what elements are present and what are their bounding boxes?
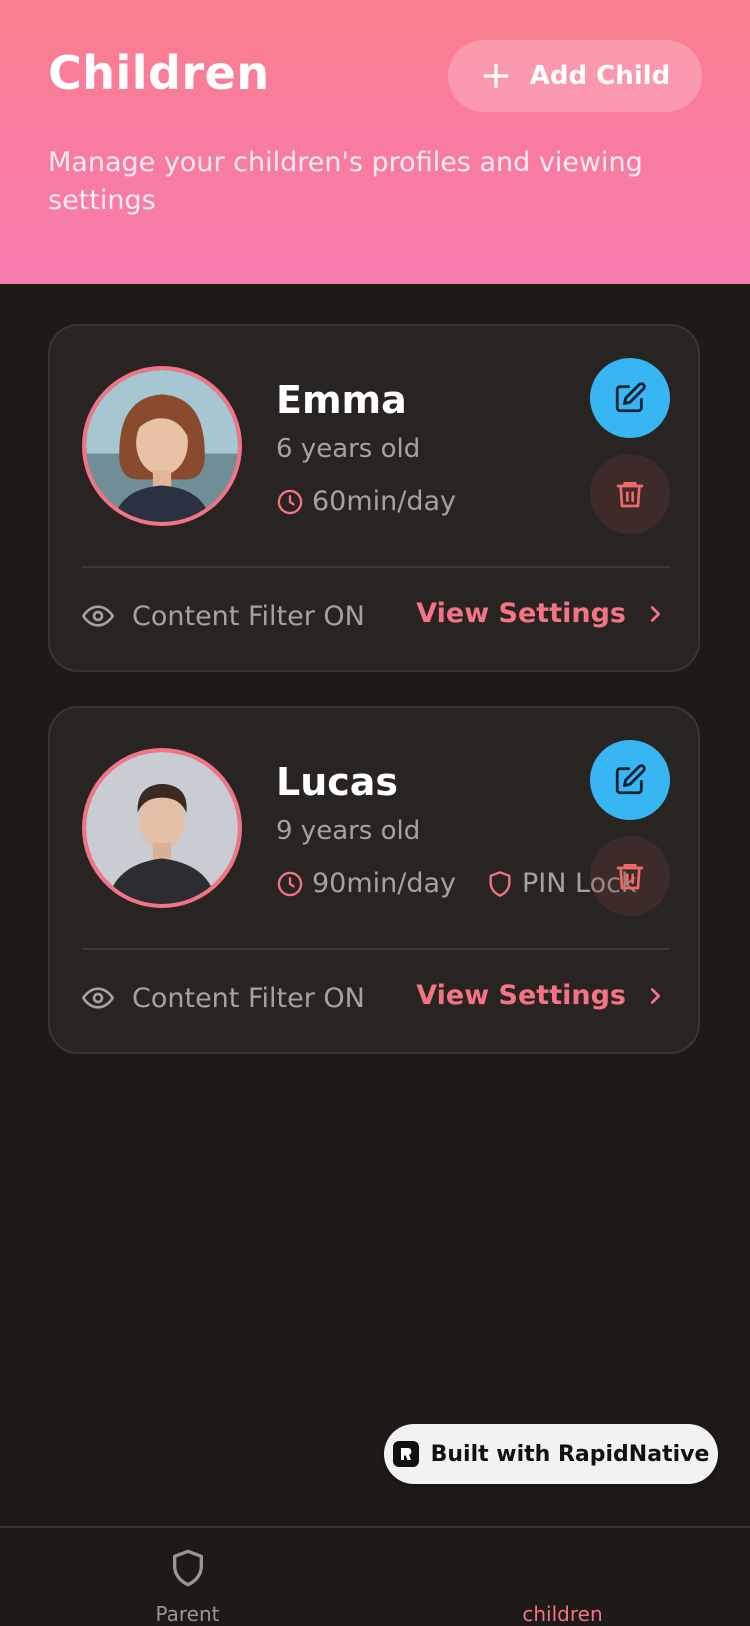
edit-button[interactable] bbox=[590, 740, 670, 820]
edit-button[interactable] bbox=[590, 358, 670, 438]
view-settings-label: View Settings bbox=[416, 980, 626, 1011]
page-title: Children bbox=[48, 46, 270, 100]
tab-parent-label: Parent bbox=[155, 1602, 220, 1626]
tab-children[interactable]: children bbox=[375, 1528, 750, 1626]
screen-time-label: 60min/day bbox=[312, 486, 457, 517]
header: Children Add Child Manage your children'… bbox=[0, 0, 750, 284]
shield-icon bbox=[489, 870, 511, 897]
content-filter-label: Content Filter ON bbox=[132, 600, 365, 632]
screen-time-label: 90min/day bbox=[312, 868, 457, 899]
divider bbox=[82, 948, 670, 950]
avatar bbox=[82, 366, 242, 526]
delete-button[interactable] bbox=[590, 836, 670, 916]
trash-icon bbox=[616, 482, 644, 508]
content-filter-status: Content Filter ON bbox=[82, 982, 365, 1014]
edit-icon bbox=[615, 382, 646, 413]
view-settings-link[interactable]: View Settings bbox=[416, 598, 666, 629]
chevron-right-icon bbox=[650, 987, 661, 1004]
plus-icon bbox=[483, 63, 509, 89]
add-child-label: Add Child bbox=[529, 61, 671, 91]
child-name: Lucas bbox=[276, 760, 399, 804]
view-settings-link[interactable]: View Settings bbox=[416, 980, 666, 1011]
clock-icon bbox=[277, 871, 303, 896]
screen-time: 60min/day bbox=[276, 486, 456, 517]
child-age: 6 years old bbox=[276, 434, 421, 464]
add-child-button[interactable]: Add Child bbox=[448, 40, 702, 112]
tab-bar: Parent children bbox=[0, 1526, 750, 1626]
chevron-right-icon bbox=[650, 605, 661, 622]
tab-children-label: children bbox=[522, 1602, 603, 1626]
screen-time: 90min/day bbox=[276, 868, 456, 899]
divider bbox=[82, 566, 670, 568]
trash-icon bbox=[616, 864, 644, 890]
clock-icon bbox=[277, 489, 303, 514]
badge-label: Built with RapidNative bbox=[430, 1441, 710, 1467]
child-name: Emma bbox=[276, 378, 407, 422]
avatar bbox=[82, 748, 242, 908]
content-filter-label: Content Filter ON bbox=[132, 982, 365, 1014]
child-age: 9 years old bbox=[276, 816, 421, 846]
content-filter-status: Content Filter ON bbox=[82, 600, 365, 632]
eye-icon bbox=[82, 987, 114, 1009]
rapidnative-logo-icon bbox=[392, 1441, 419, 1467]
shield-icon bbox=[173, 1549, 203, 1587]
edit-icon bbox=[615, 764, 646, 795]
page-subtitle: Manage your children's profiles and view… bbox=[48, 147, 643, 216]
child-card-emma: Emma 6 years old 60min/day Content Filte… bbox=[48, 324, 700, 672]
built-with-badge[interactable]: Built with RapidNative bbox=[384, 1424, 718, 1484]
delete-button[interactable] bbox=[590, 454, 670, 534]
tab-parent[interactable]: Parent bbox=[0, 1528, 375, 1626]
eye-icon bbox=[82, 605, 114, 627]
child-card-lucas: Lucas 9 years old 90min/day PIN Lock Con… bbox=[48, 706, 700, 1054]
view-settings-label: View Settings bbox=[416, 598, 626, 629]
